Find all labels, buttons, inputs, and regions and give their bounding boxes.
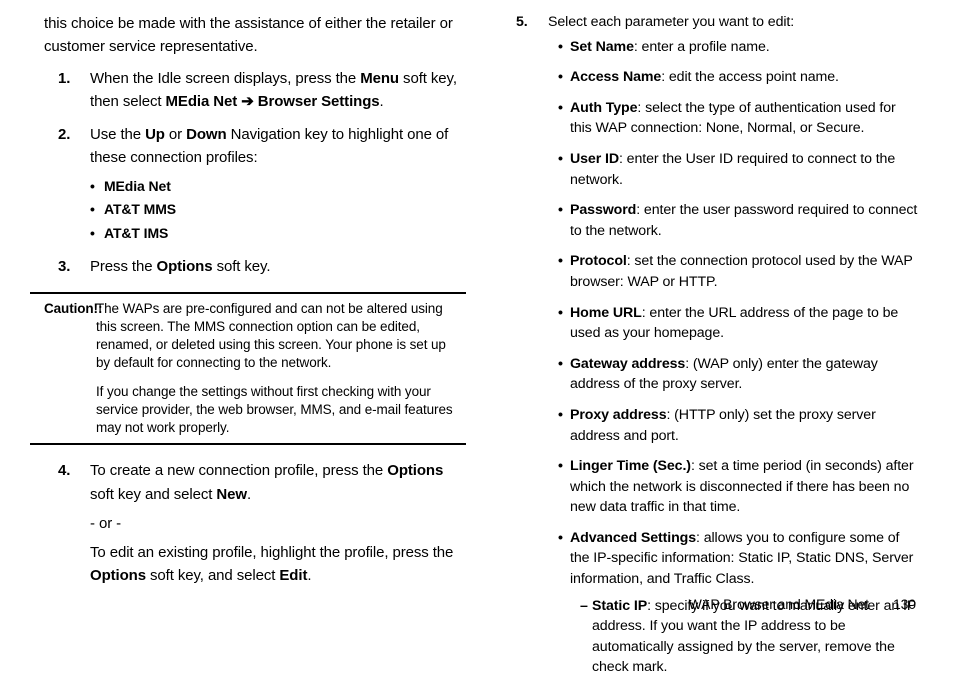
intro-text: this choice be made with the assistance … <box>44 12 462 59</box>
caution-box: Caution!: The WAPs are pre-configured an… <box>30 292 466 446</box>
caution-paragraph: If you change the settings without first… <box>96 383 460 438</box>
param-item: Protocol: set the connection protocol us… <box>558 251 920 292</box>
param-item: Access Name: edit the access point name. <box>558 67 920 88</box>
or-separator: - or - <box>90 512 462 535</box>
param-item: Gateway address: (WAP only) enter the ga… <box>558 354 920 395</box>
param-item: Proxy address: (HTTP only) set the proxy… <box>558 405 920 446</box>
footer-title: WAP Browser and MEdia Net <box>689 596 869 612</box>
steps-list-right: 5. Select each parameter you want to edi… <box>502 12 920 678</box>
step-number: 4. <box>58 459 70 482</box>
param-item: Password: enter the user password requir… <box>558 200 920 241</box>
step-text: Use the Up or Down Navigation key to hig… <box>90 126 448 166</box>
step-1: 1. When the Idle screen displays, press … <box>44 67 462 114</box>
profile-item: MEdia Net <box>90 176 462 198</box>
steps-list-left-2: 4. To create a new connection profile, p… <box>44 459 462 587</box>
param-item: Set Name: enter a profile name. <box>558 37 920 58</box>
caution-paragraph: The WAPs are pre-configured and can not … <box>96 300 460 373</box>
step-2: 2. Use the Up or Down Navigation key to … <box>44 123 462 245</box>
step-number: 3. <box>58 255 70 278</box>
step-text: Press the Options soft key. <box>90 258 270 275</box>
step-5: 5. Select each parameter you want to edi… <box>502 12 920 678</box>
param-item: User ID: enter the User ID required to c… <box>558 149 920 190</box>
step-number: 5. <box>516 12 528 33</box>
right-column: 5. Select each parameter you want to edi… <box>502 12 920 688</box>
param-item: Linger Time (Sec.): set a time period (i… <box>558 456 920 518</box>
caution-body: The WAPs are pre-configured and can not … <box>96 300 460 438</box>
profiles-list: MEdia Net AT&T MMS AT&T IMS <box>90 176 462 245</box>
step-text: To edit an existing profile, highlight t… <box>90 541 462 588</box>
param-item: Home URL: enter the URL address of the p… <box>558 303 920 344</box>
step-4: 4. To create a new connection profile, p… <box>44 459 462 587</box>
step-3: 3. Press the Options soft key. <box>44 255 462 278</box>
param-item: Auth Type: select the type of authentica… <box>558 98 920 139</box>
profile-item: AT&T IMS <box>90 223 462 245</box>
left-column: this choice be made with the assistance … <box>44 12 462 688</box>
step-number: 2. <box>58 123 70 146</box>
page-footer: WAP Browser and MEdia Net 130 <box>689 594 916 616</box>
step-number: 1. <box>58 67 70 90</box>
step-text: To create a new connection profile, pres… <box>90 462 443 502</box>
caution-label: Caution!: <box>44 300 96 318</box>
steps-list-left: 1. When the Idle screen displays, press … <box>44 67 462 278</box>
step-text: Select each parameter you want to edit: <box>548 14 794 30</box>
step-text: When the Idle screen displays, press the… <box>90 70 457 110</box>
profile-item: AT&T MMS <box>90 199 462 221</box>
page-number: 130 <box>893 596 916 612</box>
params-list: Set Name: enter a profile name. Access N… <box>548 37 920 678</box>
